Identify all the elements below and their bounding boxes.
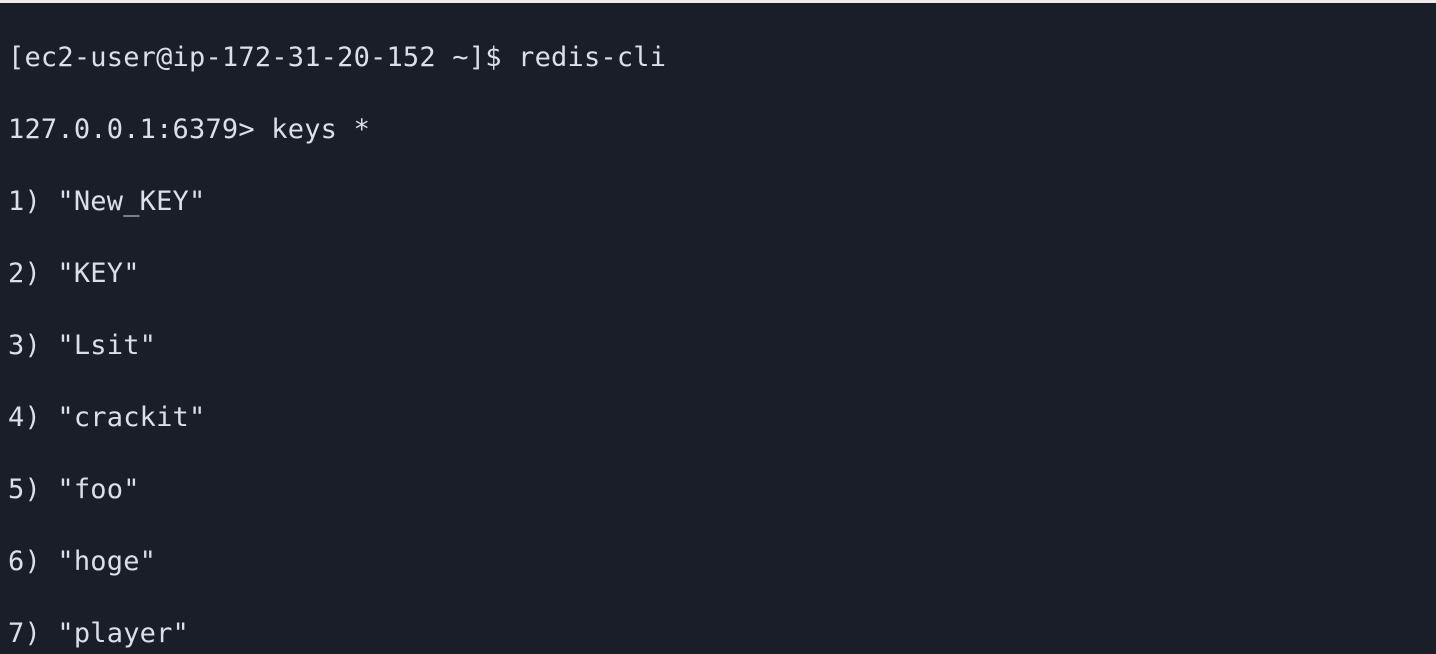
redis-output-key-3: 3) "Lsit" (8, 328, 1428, 364)
shell-prompt-line: [ec2-user@ip-172-31-20-152 ~]$ redis-cli (8, 40, 1428, 76)
redis-output-key-6: 6) "hoge" (8, 544, 1428, 580)
window-titlebar-sliver (0, 0, 1436, 3)
redis-output-key-7: 7) "player" (8, 616, 1428, 652)
redis-output-key-1: 1) "New_KEY" (8, 184, 1428, 220)
redis-output-key-4: 4) "crackit" (8, 400, 1428, 436)
redis-command-keys: 127.0.0.1:6379> keys * (8, 112, 1428, 148)
redis-output-key-5: 5) "foo" (8, 472, 1428, 508)
redis-output-key-2: 2) "KEY" (8, 256, 1428, 292)
terminal[interactable]: [ec2-user@ip-172-31-20-152 ~]$ redis-cli… (0, 0, 1436, 654)
